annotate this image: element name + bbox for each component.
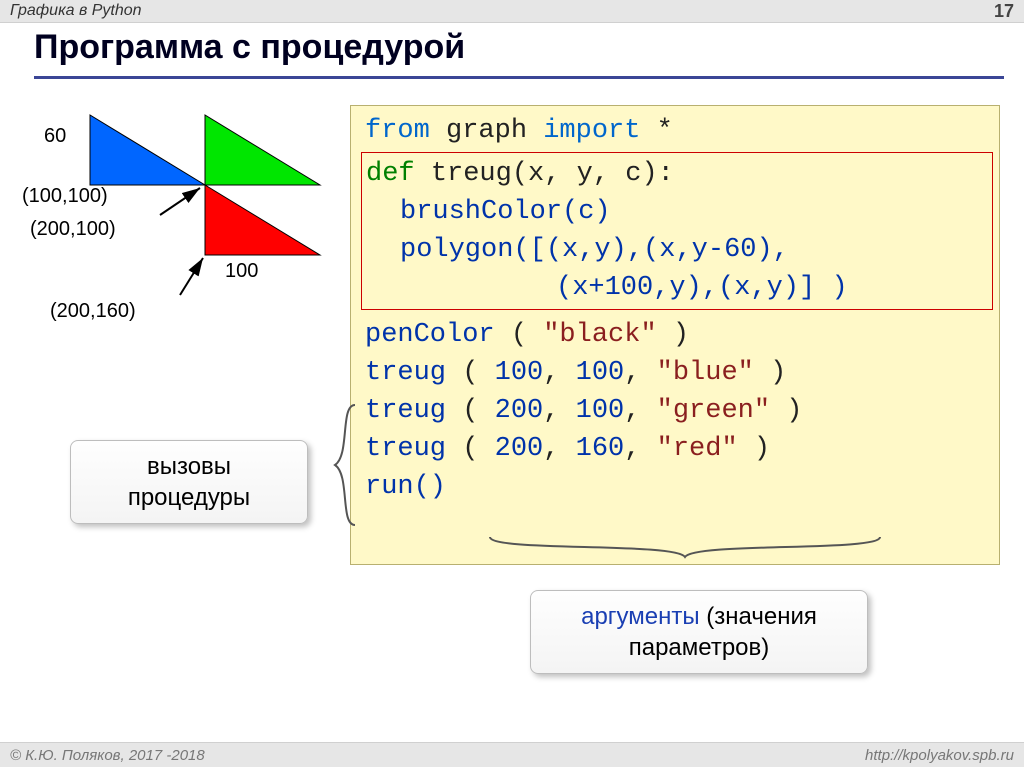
- code-line-polygon-1: polygon([(x,y),(x,y-60),: [366, 231, 988, 269]
- callout-left-line1: вызовы: [89, 451, 289, 482]
- callout-bottom-line1: аргументы (значения: [549, 601, 849, 632]
- code-line-pencolor: penColor ( "black" ): [365, 316, 989, 354]
- code-line-call-3: treug ( 200, 160, "red" ): [365, 430, 989, 468]
- label-100: 100: [225, 260, 258, 283]
- code-line-polygon-2: (x+100,y),(x,y)] ): [366, 269, 988, 307]
- callout-left-line2: процедуры: [89, 482, 289, 513]
- coord-100-100: (100,100): [22, 185, 108, 208]
- code-line-import: from graph import *: [365, 112, 989, 150]
- brace-left-icon: [330, 400, 360, 530]
- diagram: 60 100 (100,100) (200,100) (200,160): [20, 100, 340, 360]
- title-underline: [34, 76, 1004, 79]
- footer-copyright: © К.Ю. Поляков, 2017 -2018: [10, 747, 205, 764]
- callout-bottom-line2: параметров): [549, 632, 849, 663]
- coord-200-100: (200,100): [30, 218, 116, 241]
- code-line-run: run(): [365, 468, 989, 506]
- header-bar: Графика в Python 17: [0, 0, 1024, 23]
- callout-arguments: аргументы (значения параметров): [530, 590, 868, 674]
- footer-url: http://kpolyakov.spb.ru: [865, 747, 1014, 764]
- label-60: 60: [44, 125, 66, 148]
- code-line-brushcolor: brushColor(c): [366, 193, 988, 231]
- footer-bar: © К.Ю. Поляков, 2017 -2018 http://kpolya…: [0, 742, 1024, 767]
- code-panel: from graph import * def treug(x, y, c): …: [350, 105, 1000, 565]
- slide-title: Программа с процедурой: [34, 28, 465, 67]
- def-box: def treug(x, y, c): brushColor(c) polygo…: [361, 152, 993, 310]
- code-line-def: def treug(x, y, c):: [366, 155, 988, 193]
- header-topic: Графика в Python: [10, 2, 142, 20]
- brace-bottom-icon: [485, 532, 885, 562]
- coord-200-160: (200,160): [50, 300, 136, 323]
- slide: Графика в Python 17 Программа с процедур…: [0, 0, 1024, 767]
- page-number: 17: [994, 1, 1014, 22]
- callout-procedure-calls: вызовы процедуры: [70, 440, 308, 524]
- code-line-call-2: treug ( 200, 100, "green" ): [365, 392, 989, 430]
- code-line-call-1: treug ( 100, 100, "blue" ): [365, 354, 989, 392]
